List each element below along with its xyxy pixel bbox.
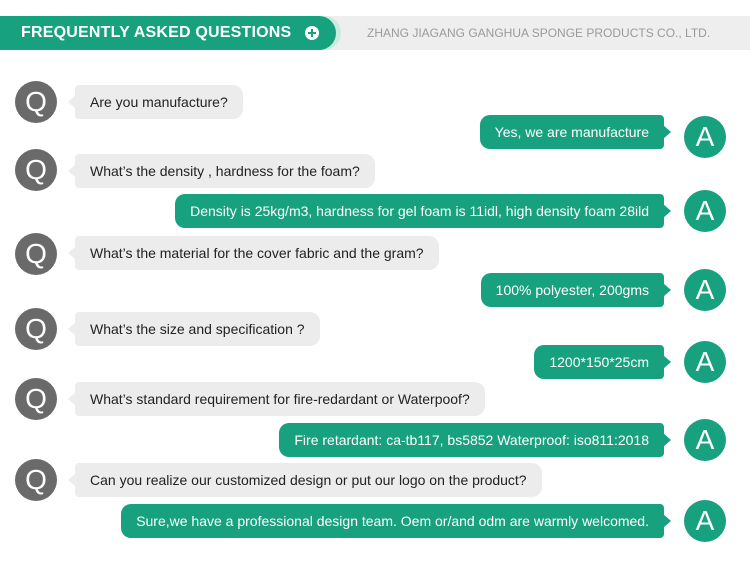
answer-avatar: A — [684, 341, 726, 383]
question-avatar: Q — [15, 81, 57, 123]
question-avatar: Q — [15, 378, 57, 420]
answer-avatar: A — [684, 116, 726, 158]
question-bubble: What’s the density , hardness for the fo… — [68, 154, 375, 188]
answer-bubble: 1200*150*25cm — [534, 345, 671, 379]
answer-avatar: A — [684, 269, 726, 311]
answer-bubble: Fire retardant: ca-tb117, bs5852 Waterpr… — [279, 423, 671, 457]
plus-circle-icon[interactable] — [305, 26, 319, 40]
answer-bubble: Density is 25kg/m3, hardness for gel foa… — [175, 194, 671, 228]
faq-header: FREQUENTLY ASKED QUESTIONS ZHANG JIAGANG… — [0, 16, 750, 50]
answer-avatar: A — [684, 419, 726, 461]
answer-bubble: 100% polyester, 200gms — [480, 273, 672, 307]
answer-avatar: A — [684, 190, 726, 232]
question-avatar: Q — [15, 149, 57, 191]
question-bubble: What’s standard requirement for fire-red… — [68, 382, 485, 416]
question-avatar: Q — [15, 459, 57, 501]
question-bubble: Are you manufacture? — [68, 85, 243, 119]
question-bubble: What’s the size and specification ? — [68, 312, 320, 346]
header-title-pill: FREQUENTLY ASKED QUESTIONS — [0, 16, 336, 50]
question-avatar: Q — [15, 233, 57, 275]
question-avatar: Q — [15, 308, 57, 350]
question-bubble: Can you realize our customized design or… — [68, 463, 542, 497]
company-name: ZHANG JIAGANG GANGHUA SPONGE PRODUCTS CO… — [367, 26, 711, 40]
answer-avatar: A — [684, 500, 726, 542]
answer-bubble: Sure,we have a professional design team.… — [121, 504, 671, 538]
answer-bubble: Yes, we are manufacture — [479, 115, 672, 149]
question-bubble: What’s the material for the cover fabric… — [68, 236, 439, 270]
page-title: FREQUENTLY ASKED QUESTIONS — [21, 24, 292, 41]
